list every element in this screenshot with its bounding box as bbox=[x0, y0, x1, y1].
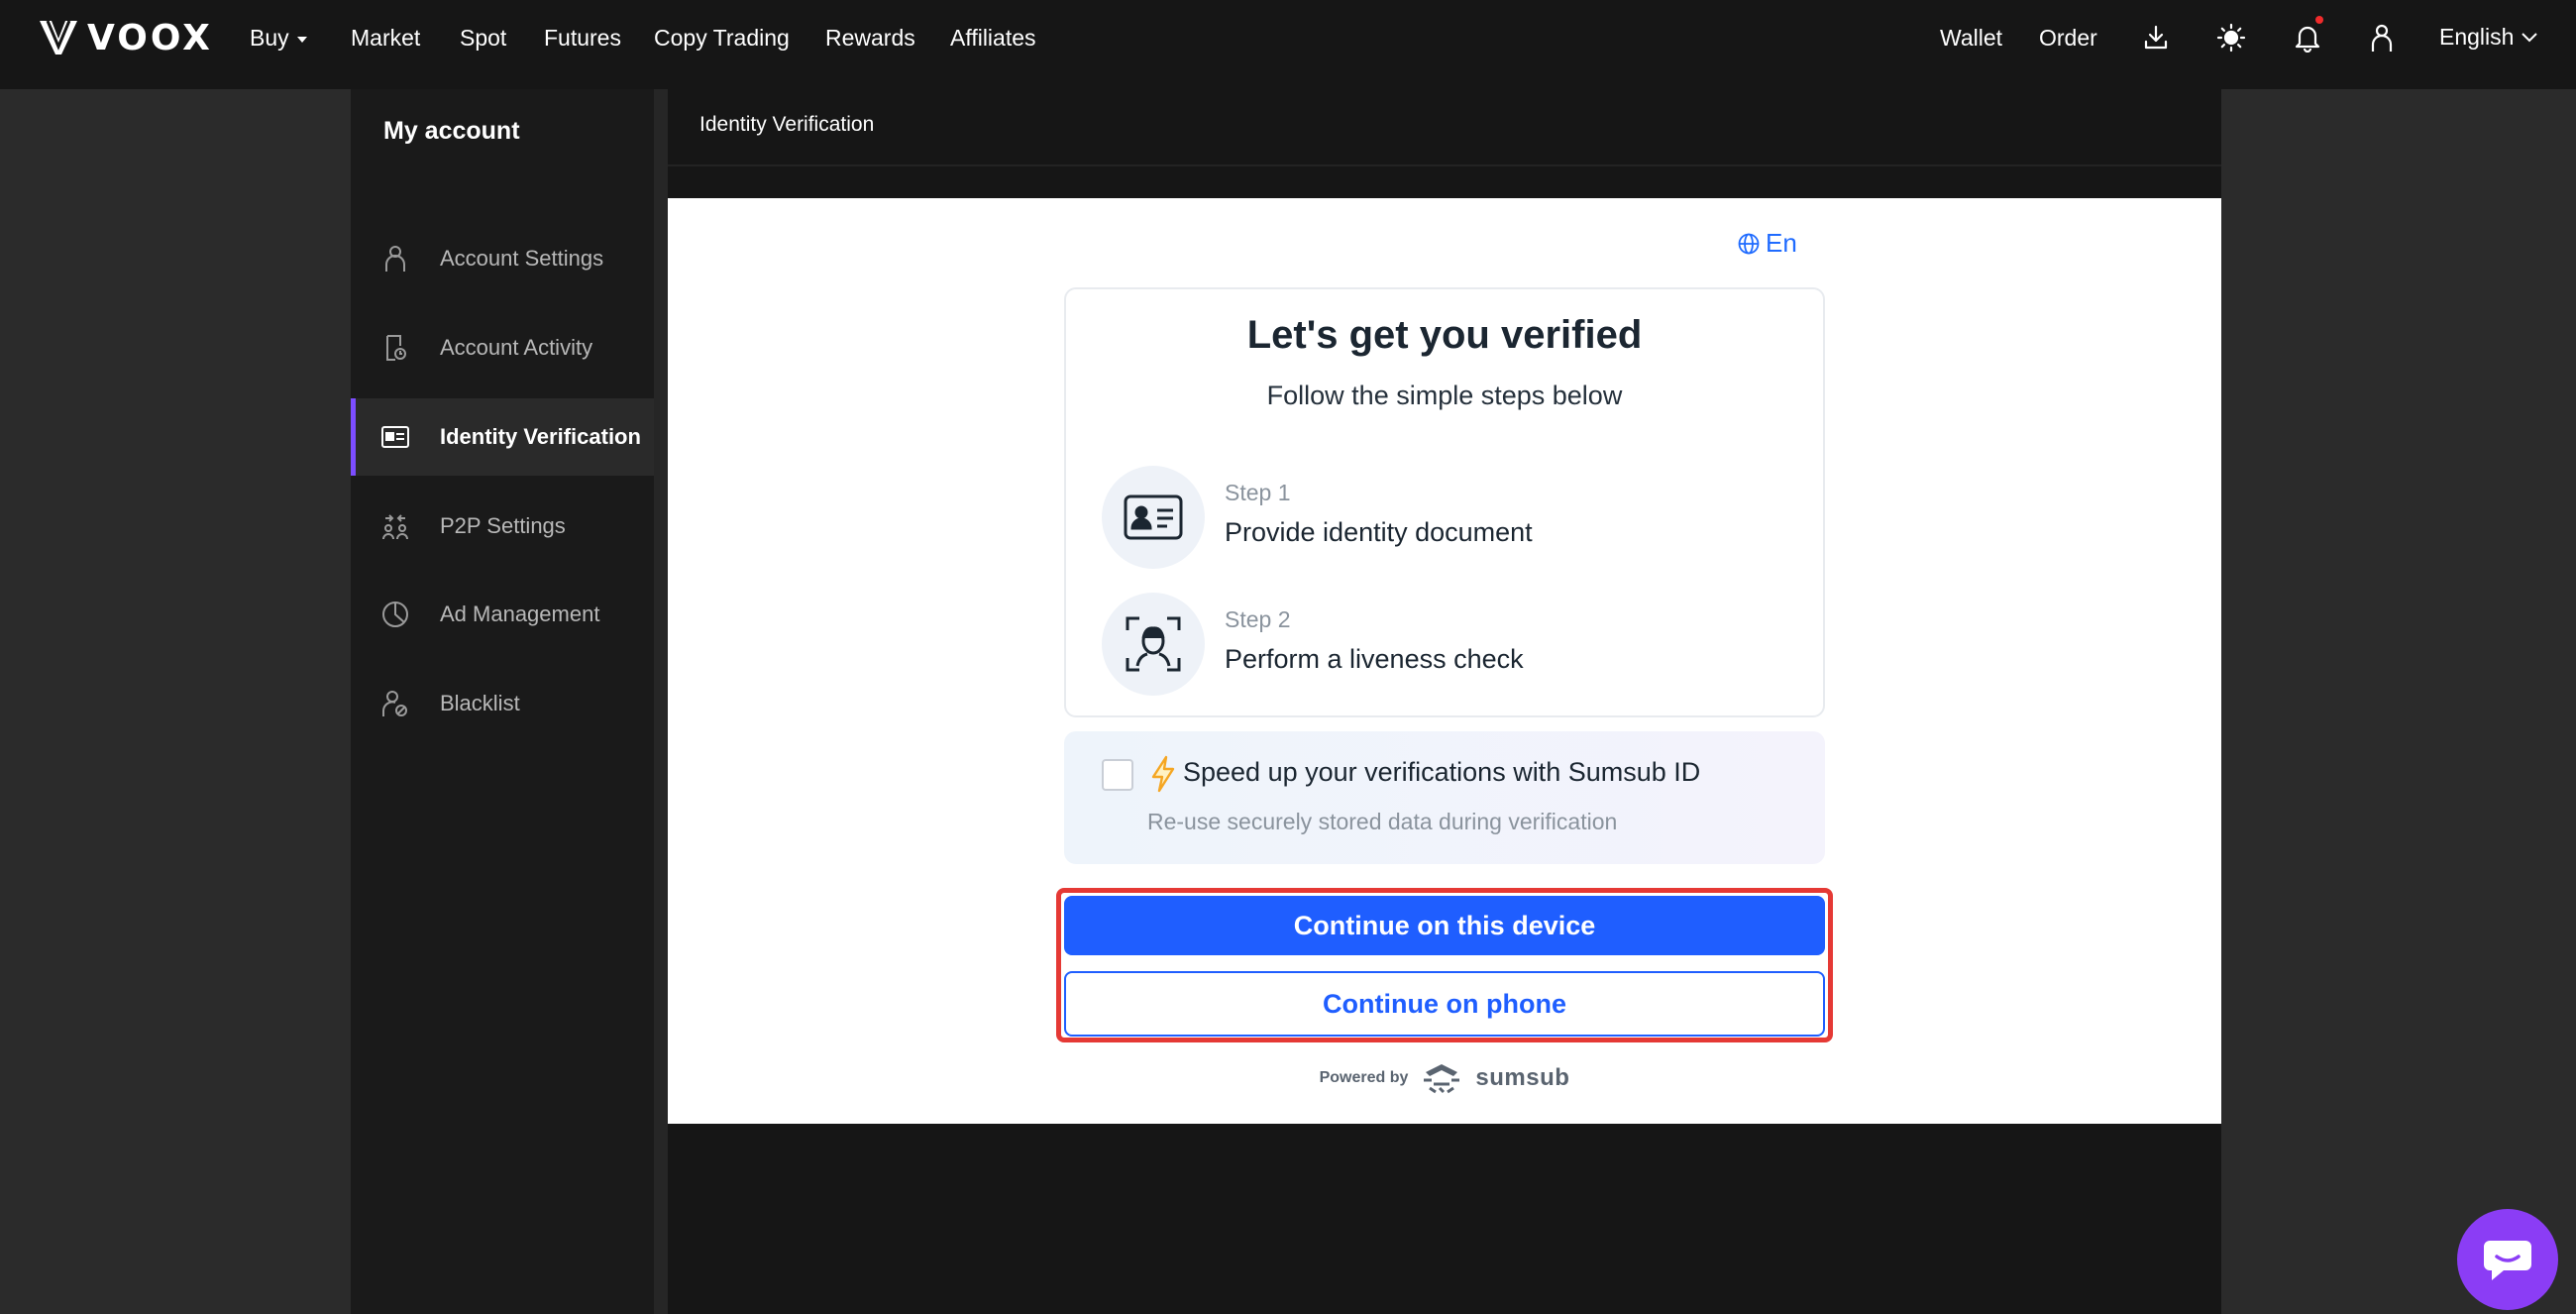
sumsub-logo-icon bbox=[1424, 1064, 1460, 1094]
logo-text: VOOX bbox=[87, 17, 213, 58]
nav-affiliates[interactable]: Affiliates bbox=[950, 24, 1036, 52]
sidebar-item-ad-management[interactable]: Ad Management bbox=[351, 576, 654, 653]
step-number: Step 1 bbox=[1225, 480, 1291, 505]
nav-rewards[interactable]: Rewards bbox=[825, 24, 915, 52]
divider bbox=[668, 164, 2221, 166]
support-chat-button[interactable] bbox=[2457, 1209, 2558, 1310]
step-text: Perform a liveness check bbox=[1225, 644, 1524, 674]
verification-language-switch[interactable]: En bbox=[1738, 228, 1797, 259]
sidebar-item-account-settings[interactable]: Account Settings bbox=[351, 220, 654, 297]
sidebar-item-label: Identity Verification bbox=[440, 424, 641, 449]
sidebar-item-account-activity[interactable]: Account Activity bbox=[351, 309, 654, 386]
sidebar-item-label: P2P Settings bbox=[440, 513, 566, 538]
activity-log-icon bbox=[380, 333, 410, 363]
nav-wallet[interactable]: Wallet bbox=[1940, 24, 2002, 52]
nav-spot[interactable]: Spot bbox=[460, 24, 506, 52]
nav-futures[interactable]: Futures bbox=[544, 24, 621, 52]
verification-subtitle: Follow the simple steps below bbox=[1266, 381, 1623, 410]
pie-chart-icon bbox=[380, 600, 410, 629]
chat-bubble-icon bbox=[2484, 1241, 2531, 1280]
user-icon[interactable] bbox=[2364, 20, 2400, 55]
sumsub-brand: sumsub bbox=[1475, 1064, 1570, 1091]
language-label: English bbox=[2439, 24, 2515, 50]
account-sidebar: My account Account Settings Account Acti… bbox=[351, 89, 654, 1314]
theme-sun-icon[interactable] bbox=[2213, 20, 2249, 55]
download-icon[interactable] bbox=[2138, 20, 2174, 55]
chevron-down-icon bbox=[2522, 32, 2538, 42]
step-number: Step 2 bbox=[1225, 606, 1291, 632]
step-item: Step 2 Perform a liveness check bbox=[1102, 593, 1795, 696]
sidebar-item-identity-verification[interactable]: Identity Verification bbox=[351, 398, 654, 476]
page-title: Identity Verification bbox=[699, 113, 875, 136]
continue-on-phone-button[interactable]: Continue on phone bbox=[1064, 971, 1825, 1037]
top-navigation-bar: VOOX Buy Market Spot Futures Copy Tradin… bbox=[0, 0, 2576, 89]
sumsub-verification-frame: En Let's get you verified Follow the sim… bbox=[668, 198, 2221, 1124]
continue-on-device-button[interactable]: Continue on this device bbox=[1064, 896, 1825, 955]
bell-icon[interactable] bbox=[2290, 16, 2325, 55]
lightning-icon bbox=[1151, 755, 1175, 793]
id-document-icon bbox=[1102, 466, 1205, 569]
sumsub-id-checkbox[interactable] bbox=[1102, 759, 1133, 791]
verification-steps-card: Let's get you verified Follow the simple… bbox=[1064, 287, 1825, 717]
language-selector[interactable]: English bbox=[2439, 24, 2538, 51]
chevron-down-icon bbox=[296, 36, 307, 43]
step-item: Step 1 Provide identity document bbox=[1102, 466, 1795, 569]
sumsub-id-speedup: Speed up your verifications with Sumsub … bbox=[1064, 731, 1825, 864]
nav-buy[interactable]: Buy bbox=[250, 24, 307, 52]
voox-logo-icon bbox=[40, 20, 77, 55]
verification-language-label: En bbox=[1766, 228, 1797, 258]
user-block-icon bbox=[380, 689, 410, 718]
sidebar-scrollbar[interactable] bbox=[654, 89, 668, 1314]
step-text: Provide identity document bbox=[1225, 517, 1533, 547]
notification-dot bbox=[2315, 16, 2323, 24]
globe-icon bbox=[1738, 233, 1760, 254]
nav-copy-trading[interactable]: Copy Trading bbox=[654, 24, 790, 52]
sidebar-title: My account bbox=[383, 117, 520, 145]
sidebar-item-label: Account Settings bbox=[440, 246, 604, 271]
face-scan-icon bbox=[1102, 593, 1205, 696]
powered-by-label: Powered by bbox=[1319, 1069, 1409, 1086]
sidebar-item-label: Blacklist bbox=[440, 691, 520, 715]
p2p-icon bbox=[380, 511, 410, 541]
nav-market[interactable]: Market bbox=[351, 24, 420, 52]
sidebar-item-p2p-settings[interactable]: P2P Settings bbox=[351, 488, 654, 565]
sidebar-item-blacklist[interactable]: Blacklist bbox=[351, 665, 654, 742]
user-icon bbox=[380, 244, 410, 274]
sidebar-item-label: Ad Management bbox=[440, 602, 600, 626]
voox-logo[interactable]: VOOX bbox=[38, 17, 213, 58]
powered-by-sumsub: Powered by sumsub bbox=[668, 1062, 2221, 1094]
sidebar-item-label: Account Activity bbox=[440, 335, 593, 360]
id-card-icon bbox=[380, 422, 410, 452]
nav-buy-label: Buy bbox=[250, 25, 289, 51]
verification-title: Let's get you verified bbox=[1246, 313, 1643, 357]
speedup-title: Speed up your verifications with Sumsub … bbox=[1183, 757, 1701, 787]
nav-order[interactable]: Order bbox=[2039, 24, 2097, 52]
speedup-description: Re-use securely stored data during verif… bbox=[1147, 809, 1618, 834]
